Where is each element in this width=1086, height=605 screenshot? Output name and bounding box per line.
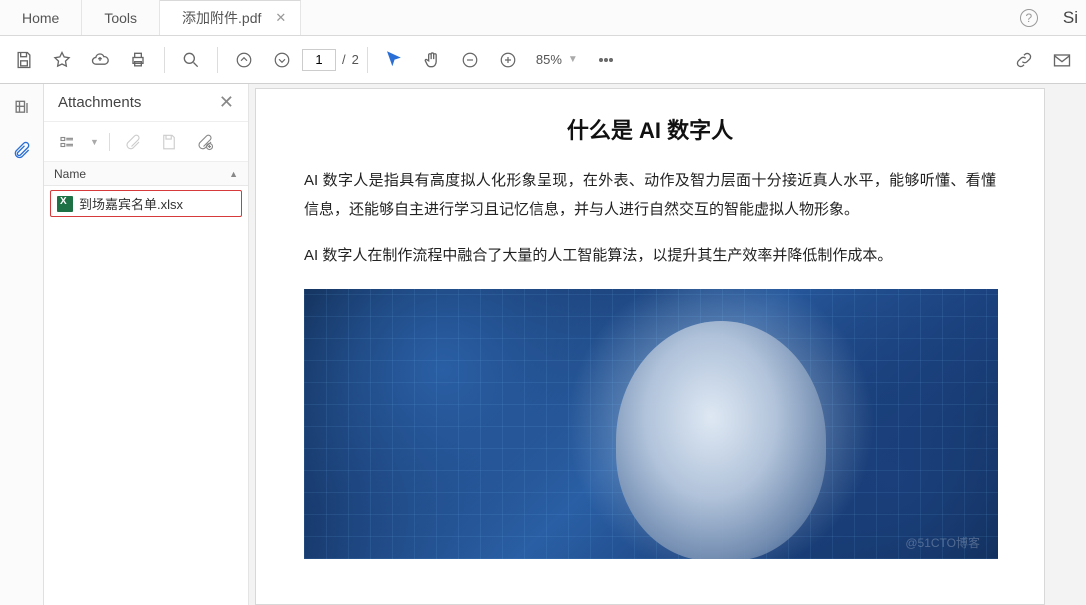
open-attachment-button[interactable] bbox=[120, 129, 146, 155]
panel-title: Attachments bbox=[58, 94, 141, 111]
help-button[interactable]: ? bbox=[1009, 0, 1049, 35]
thumbnails-rail-button[interactable] bbox=[10, 96, 34, 120]
close-tab-icon[interactable]: ✕ bbox=[275, 10, 286, 26]
tab-document-label: 添加附件.pdf bbox=[182, 8, 261, 28]
help-icon: ? bbox=[1020, 9, 1038, 27]
select-tool-button[interactable] bbox=[376, 42, 412, 78]
workspace: Attachments ✕ ▼ Name ▲ 到场嘉宾名单.xlsx 什么是 A… bbox=[0, 84, 1086, 605]
attachment-item[interactable]: 到场嘉宾名单.xlsx bbox=[50, 190, 242, 217]
cloud-button[interactable] bbox=[82, 42, 118, 78]
sort-icon: ▲ bbox=[229, 169, 238, 179]
zoom-out-button[interactable] bbox=[452, 42, 488, 78]
attachments-rail-button[interactable] bbox=[10, 138, 34, 162]
star-button[interactable] bbox=[44, 42, 80, 78]
panel-options-button[interactable] bbox=[54, 129, 80, 155]
page-total: 2 bbox=[352, 52, 359, 67]
document-viewport[interactable]: 什么是 AI 数字人 AI 数字人是指具有高度拟人化形象呈现，在外表、动作及智力… bbox=[249, 84, 1086, 605]
tab-bar: Home Tools 添加附件.pdf ✕ ? Si bbox=[0, 0, 1086, 36]
pdf-page: 什么是 AI 数字人 AI 数字人是指具有高度拟人化形象呈现，在外表、动作及智力… bbox=[255, 88, 1045, 605]
tab-document[interactable]: 添加附件.pdf ✕ bbox=[160, 0, 301, 35]
save-button[interactable] bbox=[6, 42, 42, 78]
email-button[interactable] bbox=[1044, 42, 1080, 78]
save-attachment-button[interactable] bbox=[156, 129, 182, 155]
zoom-in-button[interactable] bbox=[490, 42, 526, 78]
add-attachment-button[interactable] bbox=[192, 129, 218, 155]
attachment-filename: 到场嘉宾名单.xlsx bbox=[79, 194, 183, 213]
search-button[interactable] bbox=[173, 42, 209, 78]
attachments-list: 到场嘉宾名单.xlsx bbox=[44, 186, 248, 605]
signin-fragment[interactable]: Si bbox=[1049, 0, 1086, 35]
side-rail bbox=[0, 84, 44, 605]
document-title: 什么是 AI 数字人 bbox=[256, 113, 1044, 145]
more-tools-button[interactable] bbox=[588, 42, 624, 78]
share-link-button[interactable] bbox=[1006, 42, 1042, 78]
hand-tool-button[interactable] bbox=[414, 42, 450, 78]
page-up-button[interactable] bbox=[226, 42, 262, 78]
chevron-down-icon: ▼ bbox=[90, 137, 99, 147]
zoom-select[interactable]: 85% ▼ bbox=[528, 52, 586, 67]
excel-icon bbox=[57, 196, 73, 212]
document-image: @51CTO博客 bbox=[304, 289, 998, 559]
page-sep: / bbox=[342, 52, 346, 67]
document-paragraph: AI 数字人在制作流程中融合了大量的人工智能算法，以提升其生产效率并降低制作成本… bbox=[304, 242, 996, 271]
panel-column-header[interactable]: Name ▲ bbox=[44, 162, 248, 186]
tab-home[interactable]: Home bbox=[0, 0, 82, 35]
print-button[interactable] bbox=[120, 42, 156, 78]
chevron-down-icon: ▼ bbox=[568, 54, 578, 65]
document-paragraph: AI 数字人是指具有高度拟人化形象呈现，在外表、动作及智力层面十分接近真人水平，… bbox=[304, 167, 996, 224]
page-input[interactable] bbox=[302, 49, 336, 71]
attachments-panel: Attachments ✕ ▼ Name ▲ 到场嘉宾名单.xlsx bbox=[44, 84, 249, 605]
page-navigator: / 2 bbox=[302, 49, 359, 71]
watermark: @51CTO博客 bbox=[905, 534, 980, 551]
panel-toolbar: ▼ bbox=[44, 122, 248, 162]
tab-tools[interactable]: Tools bbox=[82, 0, 160, 35]
page-down-button[interactable] bbox=[264, 42, 300, 78]
main-toolbar: / 2 85% ▼ bbox=[0, 36, 1086, 84]
column-name: Name bbox=[54, 167, 86, 181]
zoom-value: 85% bbox=[536, 52, 562, 67]
panel-close-button[interactable]: ✕ bbox=[219, 92, 234, 113]
